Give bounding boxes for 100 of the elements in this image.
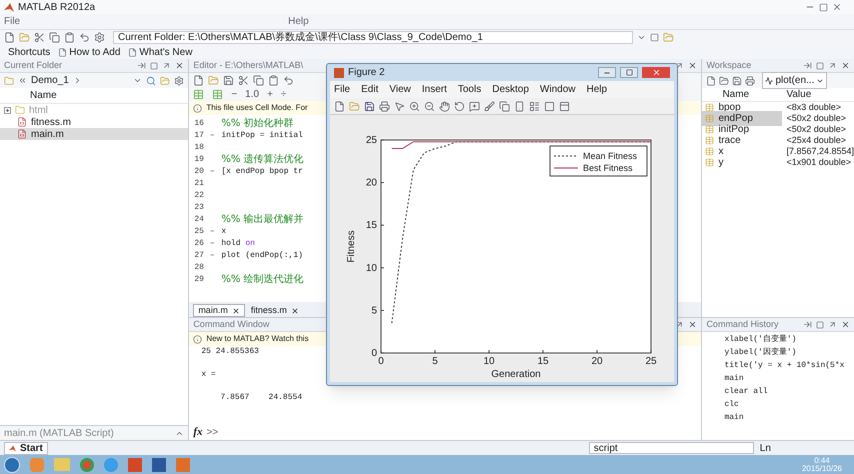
folder-entry[interactable]: main.m <box>0 128 188 140</box>
menu-item[interactable]: Window <box>540 82 576 97</box>
settings-icon[interactable] <box>94 32 105 43</box>
undock-icon[interactable] <box>828 320 837 329</box>
variable-row[interactable]: endPop <box>702 111 782 126</box>
settings-icon[interactable] <box>174 76 184 86</box>
editor-tab[interactable]: main.m <box>193 304 245 317</box>
maximize-icon[interactable] <box>819 2 828 12</box>
close-icon[interactable] <box>841 61 850 70</box>
search-field[interactable]: script <box>588 442 754 454</box>
menu-item[interactable]: File <box>4 14 20 29</box>
close-icon[interactable] <box>688 61 698 70</box>
copy-icon[interactable] <box>49 32 60 43</box>
plot-selector[interactable]: plot(en... <box>762 72 828 89</box>
cell-spacing-control[interactable]: ÷ <box>280 86 286 102</box>
history-entry[interactable]: ylabel('因变量') <box>724 346 854 359</box>
menu-item[interactable]: Tools <box>458 82 482 97</box>
start-orb-icon[interactable] <box>4 456 20 472</box>
column-header[interactable]: Name <box>702 87 786 102</box>
shortcut-icon[interactable] <box>58 48 68 56</box>
folder-entry[interactable]: fitness.m <box>0 116 188 128</box>
paste-icon[interactable] <box>268 74 280 86</box>
close-icon[interactable] <box>688 320 698 329</box>
paste-icon[interactable] <box>64 32 75 43</box>
history-entry[interactable]: clear all <box>724 385 854 398</box>
function-browser-icon[interactable]: fx <box>193 424 202 440</box>
maximize-button[interactable] <box>620 67 638 78</box>
print-icon[interactable] <box>379 100 390 112</box>
info-icon[interactable] <box>193 334 202 344</box>
cut-icon[interactable] <box>34 32 45 43</box>
info-icon[interactable] <box>193 104 202 112</box>
cell-spacing-control[interactable]: − <box>231 86 238 102</box>
copy-icon[interactable] <box>253 74 264 86</box>
hide-tools-icon[interactable] <box>544 100 555 112</box>
close-icon[interactable] <box>175 61 184 70</box>
save-icon[interactable] <box>223 74 234 86</box>
cell-icon[interactable] <box>212 88 224 100</box>
menu-item[interactable]: Help <box>288 14 309 29</box>
brush-icon[interactable] <box>484 100 495 112</box>
history-entry[interactable]: xlabel('自变量') <box>724 333 854 346</box>
start-button[interactable]: Start <box>4 442 48 454</box>
legend-icon[interactable] <box>529 100 540 112</box>
data-cursor-icon[interactable] <box>469 100 480 112</box>
close-icon[interactable] <box>841 320 850 329</box>
dropdown-caret-icon[interactable] <box>637 33 646 42</box>
script-file-icon[interactable] <box>17 117 27 127</box>
undock-icon[interactable] <box>162 61 172 70</box>
close-icon[interactable] <box>832 2 842 12</box>
history-entry[interactable]: main <box>724 411 854 424</box>
cell-icon[interactable] <box>193 88 204 100</box>
menu-item[interactable]: Help <box>586 82 608 97</box>
expand-toggle-icon[interactable] <box>4 106 11 114</box>
undo-icon[interactable] <box>283 74 294 86</box>
dropdown-caret-icon[interactable] <box>133 76 142 85</box>
history-entry[interactable]: clc <box>724 398 854 411</box>
new-figure-icon[interactable] <box>334 100 345 112</box>
column-header[interactable]: Value <box>786 87 812 102</box>
menu-item[interactable]: Desktop <box>492 82 529 97</box>
minimize-button[interactable] <box>598 67 616 78</box>
history-entry[interactable]: main <box>724 372 854 385</box>
pointer-icon[interactable] <box>394 100 405 112</box>
cut-icon[interactable] <box>238 74 250 86</box>
command-prompt[interactable]: >> <box>206 424 218 440</box>
shortcut-link[interactable]: What's New <box>128 44 192 60</box>
browse-icon[interactable] <box>650 33 659 42</box>
editor-tab[interactable]: fitness.m <box>246 304 303 317</box>
minimize-panel-icon[interactable] <box>803 320 812 329</box>
back-chevrons-icon[interactable] <box>18 76 27 85</box>
close-icon[interactable] <box>232 306 240 314</box>
history-entry[interactable]: title('y = x + 10*sin(5*x <box>724 359 854 372</box>
save-icon[interactable] <box>364 100 375 112</box>
cell-spacing-control[interactable]: + <box>267 86 273 102</box>
menu-item[interactable]: File <box>334 82 350 97</box>
minimize-panel-icon[interactable] <box>803 61 812 70</box>
minimize-panel-icon[interactable] <box>137 61 146 70</box>
menu-item[interactable]: Edit <box>361 82 378 97</box>
zoom-in-icon[interactable] <box>409 100 420 112</box>
search-icon[interactable] <box>146 76 156 86</box>
cell-spacing-control[interactable]: 1.0 <box>245 86 260 102</box>
name-column-header[interactable]: Name <box>0 88 188 104</box>
pan-icon[interactable] <box>439 100 450 112</box>
new-file-icon[interactable] <box>4 32 15 43</box>
current-folder-field[interactable]: Current Folder: E:\Others\MATLAB\券数成金\课件\Class 9\Class_9_Code\Demo_1 <box>113 31 633 44</box>
new-file-icon[interactable] <box>193 74 204 86</box>
undo-icon[interactable] <box>79 32 90 43</box>
rotate-icon[interactable] <box>454 100 465 112</box>
save-icon[interactable] <box>732 76 742 86</box>
zoom-out-icon[interactable] <box>424 100 435 112</box>
open-icon[interactable] <box>719 76 730 86</box>
new-variable-icon[interactable] <box>706 76 716 86</box>
document-app-icon[interactable] <box>152 458 166 472</box>
close-icon[interactable] <box>290 306 299 314</box>
menu-item[interactable]: Insert <box>422 82 447 97</box>
script-file-icon[interactable] <box>17 129 27 139</box>
menu-item[interactable]: View <box>389 82 411 97</box>
show-tools-icon[interactable] <box>559 100 570 112</box>
shortcut-link[interactable]: How to Add <box>58 44 120 60</box>
shortcut-icon[interactable] <box>128 48 138 56</box>
print-icon[interactable] <box>745 76 756 86</box>
undock-icon[interactable] <box>828 61 837 70</box>
